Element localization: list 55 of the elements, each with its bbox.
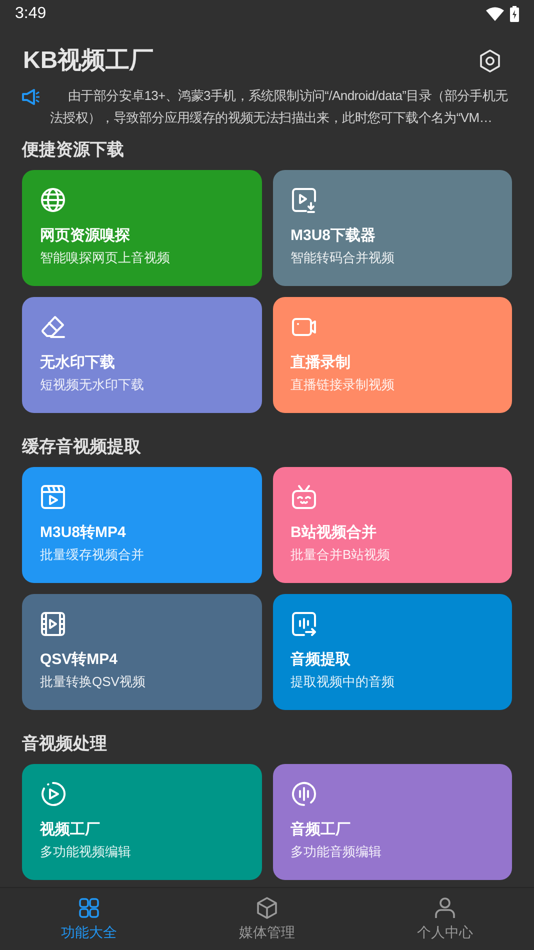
section-heading: 缓存音视频提取 bbox=[22, 436, 141, 458]
card-title: 音频提取 bbox=[290, 650, 352, 670]
card-subtitle: 批量合并B站视频 bbox=[290, 546, 392, 564]
feature-card[interactable]: M3U8下载器 智能转码合并视频 bbox=[272, 170, 512, 286]
battery-icon bbox=[510, 6, 519, 22]
card-subtitle: 批量转换QSV视频 bbox=[40, 673, 146, 691]
grid-icon bbox=[77, 896, 101, 920]
globe-icon bbox=[40, 187, 66, 213]
nav-tab[interactable]: 功能大全 bbox=[0, 888, 178, 950]
card-subtitle: 智能嗅探网页上音视频 bbox=[40, 249, 171, 267]
card-subtitle: 智能转码合并视频 bbox=[290, 249, 396, 267]
card-title: 无水印下载 bbox=[40, 353, 116, 373]
feature-card[interactable]: B站视频合并 批量合并B站视频 bbox=[272, 467, 512, 583]
feature-card[interactable]: 视频工厂 多功能视频编辑 bbox=[22, 764, 262, 880]
card-subtitle: 多功能视频编辑 bbox=[40, 843, 132, 861]
card-subtitle: 短视频无水印下载 bbox=[40, 376, 145, 394]
card-title: 视频工厂 bbox=[40, 820, 101, 840]
film-icon bbox=[40, 611, 66, 637]
section-heading: 便捷资源下载 bbox=[22, 139, 124, 162]
feature-card[interactable]: 直播录制 直播链接录制视频 bbox=[272, 297, 512, 413]
wifi-icon bbox=[486, 7, 504, 21]
feature-card[interactable]: 音频提取 提取视频中的音频 bbox=[272, 594, 512, 710]
card-title: B站视频合并 bbox=[290, 523, 378, 543]
eraser-icon bbox=[40, 314, 66, 340]
play-icon bbox=[40, 781, 66, 807]
clapper-icon bbox=[40, 484, 66, 510]
card-title: M3U8下载器 bbox=[290, 226, 377, 246]
audio-icon bbox=[290, 611, 316, 637]
feature-card[interactable]: 音频工厂 多功能音频编辑 bbox=[272, 764, 512, 880]
speaker-icon bbox=[22, 89, 40, 105]
notice-text: 由于部分安卓13+、鸿蒙3手机，系统限制访问“/Android/data”目录（部分手机无法授权），导致部分应用缓存的视频无法扫描出来，此时您可下载个名为“VM… bbox=[50, 87, 509, 127]
nav-tab[interactable]: 个人中心 bbox=[356, 888, 534, 950]
status-time: 3:49 bbox=[15, 4, 46, 24]
section-heading: 音视频处理 bbox=[22, 733, 107, 756]
card-subtitle: 直播链接录制视频 bbox=[290, 376, 396, 394]
person-icon bbox=[433, 896, 457, 920]
feature-card[interactable]: 无水印下载 短视频无水印下载 bbox=[22, 297, 262, 413]
card-title: 直播录制 bbox=[290, 353, 352, 373]
nav-tab[interactable]: 媒体管理 bbox=[178, 888, 356, 950]
feature-card[interactable]: QSV转MP4 批量转换QSV视频 bbox=[22, 594, 262, 710]
card-title: QSV转MP4 bbox=[40, 650, 119, 670]
app-title: KB视频工厂 bbox=[23, 46, 154, 76]
card-subtitle: 提取视频中的音频 bbox=[290, 673, 396, 691]
feature-card[interactable]: 网页资源嗅探 智能嗅探网页上音视频 bbox=[22, 170, 262, 286]
card-subtitle: 批量缓存视频合并 bbox=[40, 546, 145, 564]
download-icon bbox=[290, 187, 316, 213]
feature-card[interactable]: M3U8转MP4 批量缓存视频合并 bbox=[22, 467, 262, 583]
cube-icon bbox=[255, 896, 279, 920]
card-title: M3U8转MP4 bbox=[40, 523, 127, 543]
card-title: 网页资源嗅探 bbox=[40, 226, 131, 246]
tv-icon bbox=[290, 484, 316, 510]
card-subtitle: 多功能音频编辑 bbox=[290, 843, 382, 861]
wave-icon bbox=[290, 781, 316, 807]
card-title: 音频工厂 bbox=[290, 820, 352, 840]
settings-icon[interactable] bbox=[479, 48, 501, 72]
